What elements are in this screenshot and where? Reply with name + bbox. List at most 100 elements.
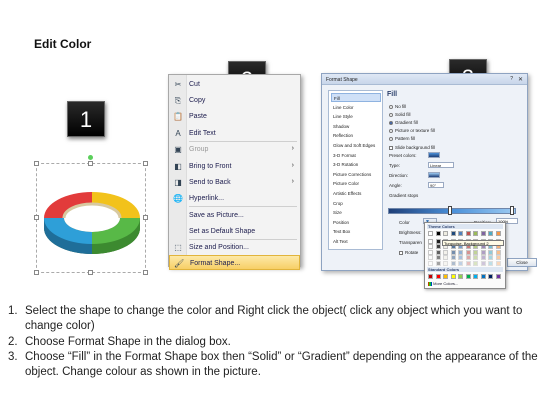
theme-color-swatch[interactable] (465, 231, 471, 236)
close-icon[interactable]: ✕ (518, 76, 523, 83)
theme-color-swatch[interactable] (428, 249, 433, 255)
preset-colors-dropdown[interactable] (428, 152, 440, 158)
direction-dropdown[interactable] (428, 172, 440, 178)
menu-item-save-as-picture[interactable]: Save as Picture... (169, 208, 300, 223)
theme-color-swatch[interactable] (450, 261, 456, 266)
dialog-nav-picture-color[interactable]: Picture Color (331, 179, 381, 188)
theme-color-swatch[interactable] (443, 255, 448, 261)
theme-color-swatch[interactable] (443, 261, 448, 266)
fill-option-pattern-fill[interactable]: Pattern fill (389, 136, 415, 142)
checkbox-box[interactable] (389, 145, 393, 150)
dialog-nav-artistic-effects[interactable]: Artistic Effects (331, 189, 381, 198)
menu-item-set-as-default-shape[interactable]: Set as Default Shape (169, 224, 300, 239)
theme-color-swatch[interactable] (495, 261, 501, 266)
resize-handle-n[interactable] (88, 161, 93, 166)
gradient-stop-end[interactable] (510, 206, 514, 215)
more-colors-item[interactable]: More Colors... (428, 281, 458, 286)
resize-handle-nw[interactable] (34, 161, 39, 166)
menu-item-hyperlink[interactable]: 🌐 Hyperlink... (169, 191, 300, 206)
theme-color-swatch[interactable] (473, 255, 478, 261)
dialog-nav-fill[interactable]: Fill (331, 93, 381, 102)
dialog-nav-line-style[interactable]: Line Style (331, 112, 381, 121)
dialog-nav-crop[interactable]: Crop (331, 199, 381, 208)
standard-color-swatch[interactable] (450, 274, 456, 279)
theme-color-swatch[interactable] (480, 249, 486, 255)
theme-color-swatch[interactable] (450, 249, 456, 255)
theme-color-swatch[interactable] (458, 261, 463, 266)
dialog-nav-3-d-format[interactable]: 3-D Format (331, 151, 381, 160)
theme-color-swatch[interactable] (435, 249, 441, 255)
close-button[interactable]: Close (507, 258, 537, 267)
theme-color-swatch[interactable] (480, 231, 486, 236)
standard-color-swatch[interactable] (428, 274, 433, 279)
type-dropdown[interactable]: Linear (428, 162, 454, 168)
resize-handle-se[interactable] (143, 270, 148, 275)
standard-color-swatch[interactable] (443, 274, 448, 279)
resize-handle-sw[interactable] (34, 270, 39, 275)
theme-color-swatch[interactable] (450, 255, 456, 261)
resize-handle-ne[interactable] (143, 161, 148, 166)
fill-option-gradient-fill[interactable]: Gradient fill (389, 120, 418, 126)
menu-item-format-shape[interactable]: 🖌 Format Shape... (169, 255, 300, 270)
menu-item-copy[interactable]: ⎘ Copy (169, 93, 300, 108)
theme-color-swatch[interactable] (488, 249, 493, 255)
standard-color-swatch[interactable] (480, 274, 486, 279)
radio-button[interactable] (389, 136, 393, 141)
theme-color-swatch[interactable] (480, 261, 486, 266)
dialog-nav-glow-and-soft-edges[interactable]: Glow and Soft Edges (331, 141, 381, 150)
standard-color-swatch[interactable] (465, 274, 471, 279)
theme-color-swatch[interactable] (465, 249, 471, 255)
theme-color-swatch[interactable] (443, 249, 448, 255)
standard-color-swatch[interactable] (458, 274, 463, 279)
standard-color-swatch[interactable] (495, 274, 501, 279)
theme-color-swatch[interactable] (428, 244, 433, 250)
rotation-handle[interactable] (88, 155, 93, 160)
rotate-checkbox[interactable]: Rotate (399, 250, 418, 256)
dialog-nav-picture-corrections[interactable]: Picture Corrections (331, 170, 381, 179)
standard-color-swatch[interactable] (473, 274, 478, 279)
theme-color-swatch[interactable] (495, 231, 501, 236)
theme-color-swatch[interactable] (488, 255, 493, 261)
slide-background-checkbox[interactable]: Slide background fill (389, 145, 435, 151)
theme-color-swatch[interactable] (488, 261, 493, 266)
help-icon[interactable]: ? (510, 76, 513, 82)
angle-input[interactable]: 90° (428, 182, 444, 188)
theme-color-swatch[interactable] (450, 231, 456, 236)
fill-option-solid-fill[interactable]: Solid fill (389, 112, 411, 118)
theme-color-swatch[interactable] (428, 261, 433, 266)
theme-color-swatch[interactable] (488, 231, 493, 236)
theme-color-swatch[interactable] (435, 255, 441, 261)
theme-color-swatch[interactable] (473, 231, 478, 236)
theme-color-swatch[interactable] (428, 231, 433, 236)
radio-button[interactable] (389, 104, 393, 109)
theme-color-swatch[interactable] (435, 244, 441, 250)
resize-handle-w[interactable] (34, 215, 39, 220)
menu-item-bring-to-front[interactable]: ◧ Bring to Front › (169, 159, 300, 174)
radio-button[interactable] (389, 112, 393, 117)
theme-color-swatch[interactable] (465, 255, 471, 261)
fill-option-no-fill[interactable]: No fill (389, 104, 406, 110)
menu-item-paste[interactable]: 📋 Paste (169, 109, 300, 124)
menu-item-edit-text[interactable]: A Edit Text (169, 126, 300, 141)
dialog-nav-size[interactable]: Size (331, 208, 381, 217)
menu-item-send-to-back[interactable]: ◨ Send to Back › (169, 175, 300, 190)
dialog-nav-text-box[interactable]: Text Box (331, 227, 381, 236)
dialog-nav-3-d-rotation[interactable]: 3-D Rotation (331, 160, 381, 169)
theme-color-swatch[interactable] (428, 255, 433, 261)
dialog-nav-line-color[interactable]: Line Color (331, 103, 381, 112)
rotate-checkbox-box[interactable] (399, 250, 403, 255)
theme-color-swatch[interactable] (473, 261, 478, 266)
dialog-nav-position[interactable]: Position (331, 218, 381, 227)
menu-item-size-and-position[interactable]: ⬚ Size and Position... (169, 240, 300, 255)
dialog-nav-reflection[interactable]: Reflection (331, 131, 381, 140)
dialog-nav-shadow[interactable]: Shadow (331, 122, 381, 131)
menu-item-group[interactable]: ▣ Group › (169, 142, 300, 157)
theme-color-swatch[interactable] (435, 231, 441, 236)
radio-button[interactable] (389, 120, 393, 125)
radio-button[interactable] (389, 128, 393, 133)
standard-color-swatch[interactable] (488, 274, 493, 279)
gradient-bar[interactable] (388, 208, 516, 214)
theme-color-swatch[interactable] (495, 249, 501, 255)
fill-option-picture-or-texture-fill[interactable]: Picture or texture fill (389, 128, 435, 134)
menu-item-cut[interactable]: ✂ Cut (169, 77, 300, 92)
